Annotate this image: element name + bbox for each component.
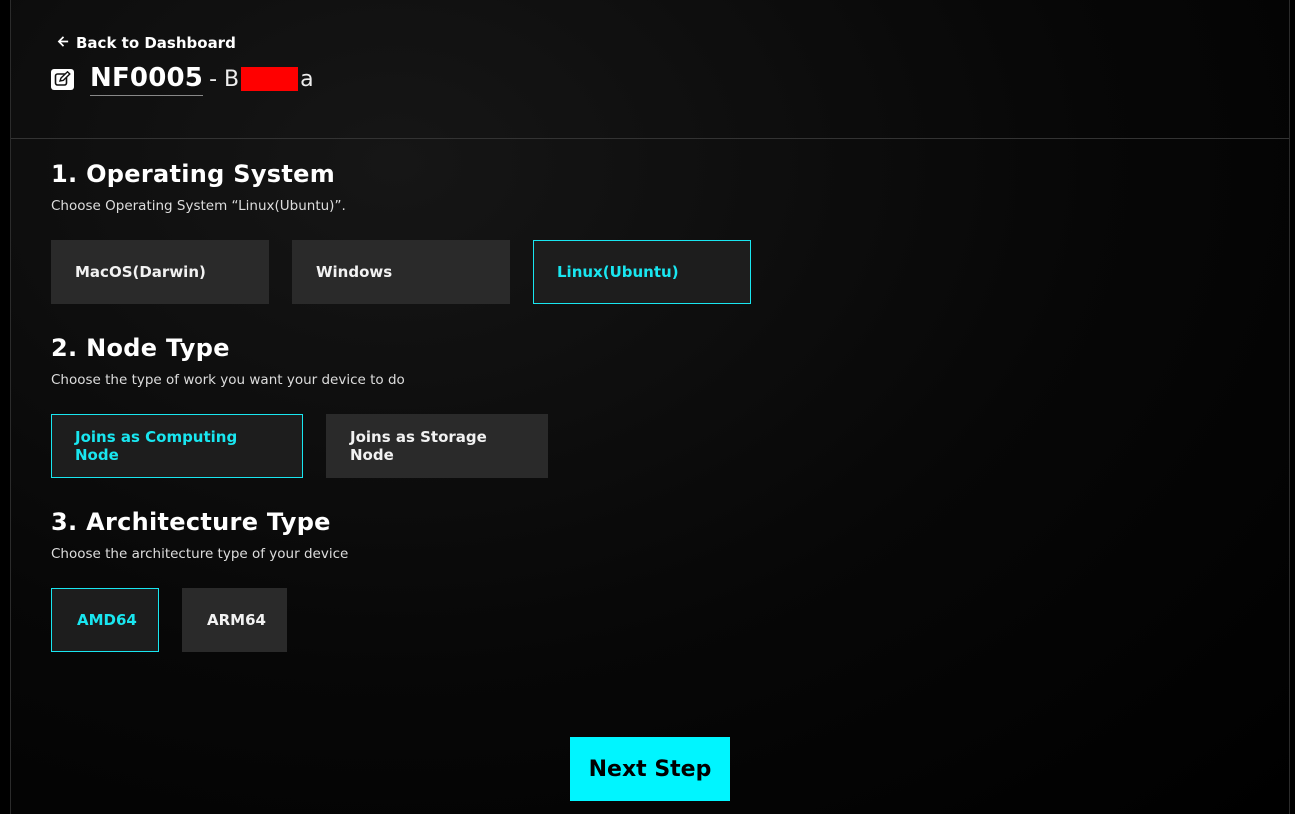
option-storage-node[interactable]: Joins as Storage Node <box>326 414 548 478</box>
option-windows[interactable]: Windows <box>292 240 510 304</box>
section-node-type: 2. Node Type Choose the type of work you… <box>51 334 548 478</box>
section-title: 3. Architecture Type <box>51 508 331 536</box>
os-options: MacOS(Darwin) Windows Linux(Ubuntu) <box>51 240 751 304</box>
section-subtitle: Choose Operating System “Linux(Ubuntu)”. <box>51 198 346 214</box>
option-amd64[interactable]: AMD64 <box>51 588 159 652</box>
node-id: NF0005 <box>90 62 204 93</box>
section-title: 2. Node Type <box>51 334 230 362</box>
option-computing-node[interactable]: Joins as Computing Node <box>51 414 303 478</box>
option-macos[interactable]: MacOS(Darwin) <box>51 240 269 304</box>
section-architecture: 3. Architecture Type Choose the architec… <box>51 508 348 652</box>
node-title-row: NF0005 - B a <box>51 62 314 96</box>
node-name-prefix: - B <box>209 66 240 92</box>
page-header: Back to Dashboard NF0005 - B a <box>11 0 1289 139</box>
page-frame: Back to Dashboard NF0005 - B a 1. Operat… <box>10 0 1290 814</box>
edit-icon[interactable] <box>51 68 74 90</box>
arrow-left-icon <box>57 34 70 52</box>
architecture-options: AMD64 ARM64 <box>51 588 348 652</box>
section-subtitle: Choose the architecture type of your dev… <box>51 546 349 562</box>
node-name-suffix: a <box>300 66 314 92</box>
option-linux[interactable]: Linux(Ubuntu) <box>533 240 751 304</box>
node-type-options: Joins as Computing Node Joins as Storage… <box>51 414 548 478</box>
section-title: 1. Operating System <box>51 160 336 188</box>
section-subtitle: Choose the type of work you want your de… <box>51 372 405 388</box>
back-to-dashboard-link[interactable]: Back to Dashboard <box>57 34 236 52</box>
option-arm64[interactable]: ARM64 <box>182 588 287 652</box>
back-label: Back to Dashboard <box>76 34 236 52</box>
section-operating-system: 1. Operating System Choose Operating Sys… <box>51 160 751 304</box>
redaction-box <box>241 67 299 91</box>
next-step-button[interactable]: Next Step <box>570 737 730 801</box>
node-name: - B a <box>209 67 314 92</box>
node-id-field[interactable]: NF0005 <box>90 62 204 96</box>
